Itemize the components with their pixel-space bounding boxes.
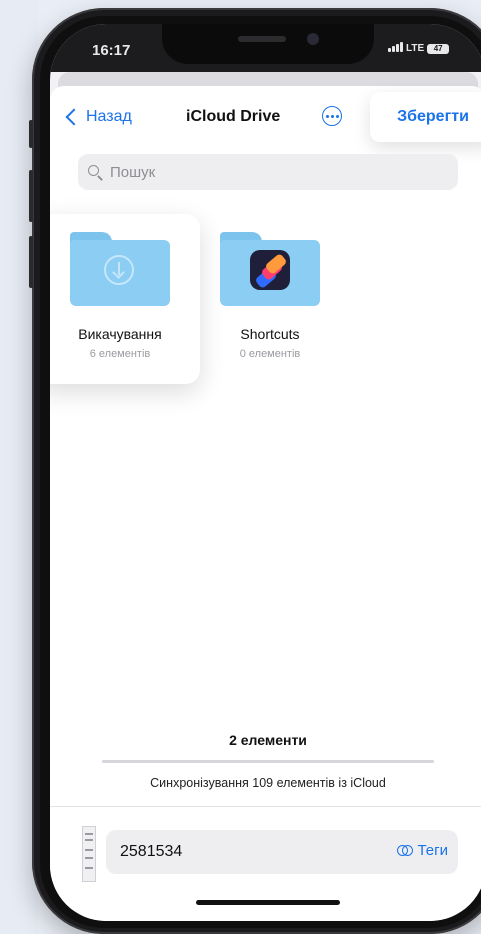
download-icon	[104, 255, 134, 285]
signal-icon	[388, 42, 403, 52]
save-button[interactable]: Зберегти	[370, 92, 481, 142]
document-picker-sheet	[50, 86, 481, 921]
folder-name: Викачування	[78, 326, 162, 342]
search-icon	[88, 165, 102, 179]
folder-icon	[70, 232, 170, 306]
folder-item-count: 6 елементів	[89, 348, 151, 360]
sync-progress-bar	[102, 760, 434, 763]
folder-item-count: 0 елементів	[239, 348, 301, 360]
filename-input[interactable]	[118, 842, 342, 862]
shortcuts-app-icon	[250, 250, 290, 290]
folder-icon	[220, 232, 320, 306]
home-indicator	[196, 900, 340, 905]
volume-up-button	[29, 170, 33, 222]
tags-icon	[397, 844, 414, 857]
battery-icon: 47	[427, 44, 450, 54]
status-bar: 16:17 LTE 47	[50, 24, 481, 72]
notch	[162, 24, 374, 64]
phone-screen: 16:17 LTE 47 Назад iCloud Drive Зберегти …	[50, 24, 481, 921]
folder-name: Shortcuts	[240, 326, 300, 342]
status-indicators: LTE 47	[388, 42, 450, 54]
tags-button-label: Теги	[417, 842, 448, 859]
back-button[interactable]: Назад	[65, 108, 132, 126]
mute-switch	[29, 120, 33, 148]
items-count: 2 елементи	[229, 732, 307, 748]
volume-down-button	[29, 236, 33, 288]
tags-button[interactable]: Теги	[397, 842, 448, 859]
front-camera	[307, 33, 319, 45]
back-button-label: Назад	[86, 108, 132, 125]
search-bar[interactable]	[78, 154, 458, 190]
divider	[50, 806, 481, 807]
document-thumbnail	[82, 826, 96, 882]
page-title: iCloud Drive	[186, 108, 281, 125]
status-time: 16:17	[92, 42, 131, 59]
more-options-icon[interactable]	[322, 106, 342, 126]
network-type: LTE	[406, 43, 425, 54]
sync-status: Синхронізування 109 елементів із iCloud	[150, 776, 386, 790]
filename-field[interactable]: Теги	[106, 830, 458, 874]
chevron-left-icon	[65, 108, 83, 126]
search-input[interactable]	[108, 162, 412, 182]
speaker	[238, 36, 286, 42]
